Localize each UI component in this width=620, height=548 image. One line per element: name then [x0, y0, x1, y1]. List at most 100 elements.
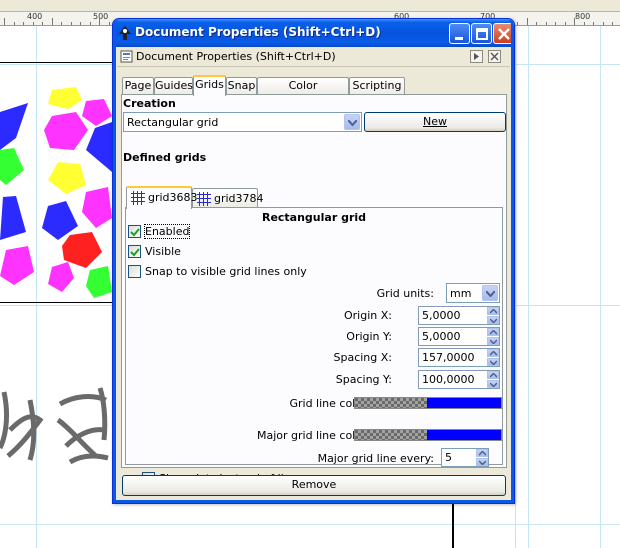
tab-snap[interactable]: Snap [226, 77, 257, 95]
chevron-down-icon[interactable] [482, 285, 498, 301]
spin-arrows[interactable] [487, 328, 499, 345]
close-icon [498, 28, 510, 40]
green-shape[interactable] [86, 266, 112, 298]
spin-down-button[interactable] [476, 458, 488, 466]
yellow-shape[interactable] [48, 87, 82, 109]
new-grid-button[interactable]: New [364, 112, 506, 132]
green-shape[interactable] [0, 148, 24, 185]
minimize-button[interactable] [449, 23, 470, 44]
remove-button-label: Remove [291, 478, 337, 491]
grids-panel: Creation Rectangular grid New Defined gr… [121, 94, 507, 485]
maximize-button[interactable] [471, 23, 492, 44]
visible-checkbox[interactable] [128, 245, 141, 258]
spin-up-button[interactable] [487, 371, 499, 379]
grid-icon [131, 191, 145, 205]
tab-color-management[interactable]: Color Management [257, 77, 349, 108]
close-icon [490, 52, 499, 61]
tab-grid3683[interactable]: grid3683 [126, 186, 198, 209]
grid-units-value: mm [450, 287, 472, 300]
blue-shape[interactable] [86, 122, 112, 172]
alpha-checker [355, 430, 427, 440]
snap-visible-label[interactable]: Snap to visible grid lines only [145, 265, 307, 278]
chevron-up-icon [490, 309, 497, 314]
new-button-label: New [423, 115, 447, 128]
calligraphy-stroke[interactable] [0, 391, 44, 461]
document-properties-icon [120, 50, 133, 63]
tab-page[interactable]: Page [122, 77, 154, 95]
spin-down-button[interactable] [487, 316, 499, 324]
chevron-up-icon [490, 330, 497, 335]
tab-grid3784[interactable]: grid3784 [192, 188, 264, 208]
blue-shape[interactable] [42, 201, 78, 240]
inkscape-icon [119, 26, 131, 40]
origin-y-value: 5,0000 [422, 330, 461, 343]
window-title: Document Properties (Shift+Ctrl+D) [135, 25, 381, 39]
grid-line-color-button[interactable] [354, 397, 502, 409]
tab-scripting[interactable]: Scripting [349, 77, 405, 95]
chevron-down-icon [479, 460, 486, 465]
origin-x-spinbox[interactable]: 5,0000 [418, 306, 500, 325]
spin-arrows[interactable] [487, 349, 499, 366]
chevron-down-icon[interactable] [344, 114, 360, 130]
alpha-checker [355, 398, 427, 408]
dock-close-button[interactable] [488, 50, 501, 63]
major-every-spinbox[interactable]: 5 [441, 448, 489, 467]
dialog-subtitle: Document Properties (Shift+Ctrl+D) [136, 50, 336, 63]
origin-y-spinbox[interactable]: 5,0000 [418, 327, 500, 346]
minimize-icon [455, 37, 463, 40]
spin-down-button[interactable] [487, 337, 499, 345]
origin-y-label: Origin Y: [346, 330, 392, 343]
spin-down-button[interactable] [487, 380, 499, 388]
major-every-label: Major grid line every: [317, 452, 434, 465]
magenta-shape[interactable] [48, 262, 74, 292]
magenta-shape[interactable] [0, 246, 34, 285]
spacing-x-label: Spacing X: [333, 351, 392, 364]
checkmark-icon [130, 248, 140, 257]
spin-arrows[interactable] [487, 371, 499, 388]
spacing-x-spinbox[interactable]: 157,0000 [418, 348, 500, 367]
magenta-shape[interactable] [82, 99, 112, 126]
magenta-shape[interactable] [44, 112, 88, 150]
magenta-shape[interactable] [82, 187, 112, 228]
chevron-up-icon [490, 351, 497, 356]
spin-arrows[interactable] [476, 449, 488, 466]
defined-grids-label: Defined grids [123, 151, 207, 164]
blue-shape[interactable] [0, 196, 26, 240]
spin-arrows[interactable] [487, 307, 499, 324]
spin-down-button[interactable] [487, 358, 499, 366]
chevron-down-icon [490, 339, 497, 344]
yellow-shape[interactable] [48, 162, 86, 194]
checkmark-icon [130, 228, 140, 237]
grid-units-label: Grid units: [376, 287, 434, 300]
visible-label[interactable]: Visible [145, 245, 181, 258]
spin-up-button[interactable] [476, 449, 488, 457]
chevron-down-icon [490, 382, 497, 387]
spacing-y-label: Spacing Y: [335, 373, 392, 386]
chevron-down-icon [490, 360, 497, 365]
spin-up-button[interactable] [487, 328, 499, 336]
grid-settings-panel: Rectangular grid Enabled Visible Snap to… [125, 207, 503, 467]
calligraphy-stroke[interactable] [56, 387, 109, 465]
major-grid-line-color-button[interactable] [354, 429, 502, 441]
tab-grids[interactable]: Grids [193, 75, 226, 96]
spin-up-button[interactable] [487, 349, 499, 357]
grid-tab-label: grid3683 [148, 191, 198, 204]
grid-heading: Rectangular grid [261, 211, 367, 224]
major-every-value: 5 [445, 451, 452, 464]
title-bar[interactable]: Document Properties (Shift+Ctrl+D) [113, 19, 514, 47]
spacing-y-spinbox[interactable]: 100,0000 [418, 370, 500, 389]
document-properties-window[interactable]: Document Properties (Shift+Ctrl+D) Docum… [112, 18, 515, 504]
major-grid-line-color-swatch [427, 430, 501, 440]
spin-up-button[interactable] [487, 307, 499, 315]
dock-menu-button[interactable] [470, 50, 483, 63]
tab-guides[interactable]: Guides [154, 77, 193, 95]
grid-units-combo[interactable]: mm [446, 283, 500, 303]
snap-visible-checkbox[interactable] [128, 265, 141, 278]
enabled-checkbox[interactable] [128, 225, 141, 238]
grid-type-combo[interactable]: Rectangular grid [123, 112, 362, 132]
blue-shape[interactable] [0, 103, 28, 150]
close-button[interactable] [493, 23, 514, 44]
remove-grid-button[interactable]: Remove [122, 475, 506, 496]
origin-x-label: Origin X: [344, 309, 392, 322]
enabled-label[interactable]: Enabled [143, 224, 191, 239]
